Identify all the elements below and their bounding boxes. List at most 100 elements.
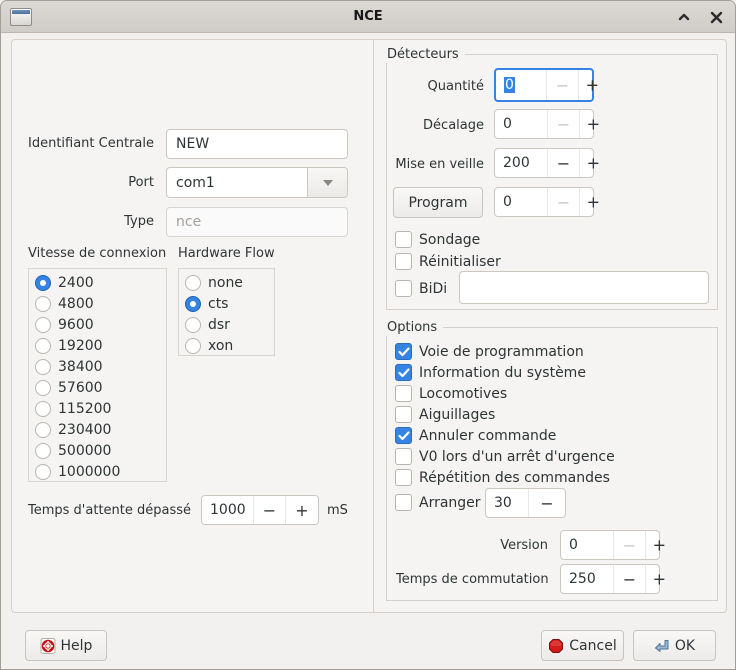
spin-minus-button[interactable]: − xyxy=(614,531,646,559)
radio-icon[interactable] xyxy=(35,275,51,291)
cancel-button[interactable]: Cancel xyxy=(541,630,624,661)
identifiant-label: Identifiant Centrale xyxy=(12,136,154,152)
radio-icon[interactable] xyxy=(185,296,201,312)
quantity-spinner[interactable]: 0−+ xyxy=(494,68,594,102)
checkbox-icon[interactable] xyxy=(395,343,412,360)
spin-plus-button[interactable]: + xyxy=(580,188,593,216)
radio-icon[interactable] xyxy=(35,317,51,333)
idle-label: Mise en veille xyxy=(386,157,484,173)
checkbox-icon[interactable] xyxy=(395,494,412,511)
option-checkbox-4[interactable]: Annuler commande xyxy=(395,426,556,445)
timeout-spinner[interactable]: 1000−+ xyxy=(201,495,319,525)
commutation-spinner[interactable]: 250−+ xyxy=(560,564,660,594)
spin-minus-button[interactable]: − xyxy=(547,70,579,100)
spin-plus-button[interactable]: + xyxy=(580,110,593,138)
speed-radio-4800[interactable]: 4800 xyxy=(35,293,166,314)
version-spinner[interactable]: 0−+ xyxy=(560,530,660,560)
checkbox-icon[interactable] xyxy=(395,253,412,270)
radio-icon[interactable] xyxy=(185,317,201,333)
spin-value[interactable]: 0 xyxy=(561,531,614,559)
checkbox-icon[interactable] xyxy=(395,364,412,381)
radio-icon[interactable] xyxy=(35,380,51,396)
flow-radio-cts[interactable]: cts xyxy=(185,293,274,314)
spin-minus-button[interactable]: − xyxy=(529,489,565,517)
reinitialiser-checkbox[interactable]: Réinitialiser xyxy=(395,252,501,271)
spin-value[interactable]: 1000 xyxy=(202,496,254,524)
option-checkbox-5[interactable]: V0 lors d'un arrêt d'urgence xyxy=(395,447,615,466)
spin-plus-button[interactable]: + xyxy=(286,496,318,524)
spin-minus-button[interactable]: − xyxy=(548,110,580,138)
checkbox-icon[interactable] xyxy=(395,385,412,402)
ok-button-label: OK xyxy=(675,638,695,654)
radio-icon[interactable] xyxy=(35,401,51,417)
option-checkbox-0[interactable]: Voie de programmation xyxy=(395,342,584,361)
type-label: Type xyxy=(12,214,154,230)
speed-radio-9600[interactable]: 9600 xyxy=(35,314,166,335)
radio-label: 38400 xyxy=(58,359,103,375)
arranger-spinner[interactable]: 30− xyxy=(485,488,566,518)
port-dropdown-arrow-icon[interactable] xyxy=(307,168,347,197)
program-spinner[interactable]: 0−+ xyxy=(494,187,594,217)
speed-radio-1000000[interactable]: 1000000 xyxy=(35,461,166,482)
radio-icon[interactable] xyxy=(35,422,51,438)
radio-icon[interactable] xyxy=(185,275,201,291)
spin-minus-button[interactable]: − xyxy=(548,149,580,177)
radio-icon[interactable] xyxy=(35,296,51,312)
radio-icon[interactable] xyxy=(35,359,51,375)
window-icon xyxy=(10,8,32,26)
option-checkbox-3[interactable]: Aiguillages xyxy=(395,405,495,424)
spin-plus-button[interactable]: + xyxy=(580,149,593,177)
checkbox-icon[interactable] xyxy=(395,406,412,423)
checkbox-label: Sondage xyxy=(419,232,480,248)
checkbox-icon[interactable] xyxy=(395,469,412,486)
speed-radio-500000[interactable]: 500000 xyxy=(35,440,166,461)
spin-value[interactable]: 0 xyxy=(496,70,547,100)
titlebar[interactable]: NCE xyxy=(1,1,735,33)
spin-value[interactable]: 30 xyxy=(486,489,529,517)
bidi-checkbox[interactable]: BiDi xyxy=(395,279,447,298)
radio-icon[interactable] xyxy=(35,464,51,480)
flow-radio-xon[interactable]: xon xyxy=(185,335,274,356)
program-button[interactable]: Program xyxy=(393,187,483,218)
sondage-checkbox[interactable]: Sondage xyxy=(395,230,480,249)
idle-spinner[interactable]: 200−+ xyxy=(494,148,594,178)
close-button[interactable] xyxy=(707,8,725,26)
option-checkbox-2[interactable]: Locomotives xyxy=(395,384,507,403)
spin-minus-button[interactable]: − xyxy=(254,496,286,524)
flow-radio-dsr[interactable]: dsr xyxy=(185,314,274,335)
option-checkbox-6[interactable]: Répétition des commandes xyxy=(395,468,610,487)
option-checkbox-1[interactable]: Information du système xyxy=(395,363,586,382)
port-value: com1 xyxy=(167,175,307,191)
ok-button[interactable]: OK xyxy=(633,630,716,661)
radio-icon[interactable] xyxy=(185,338,201,354)
radio-icon[interactable] xyxy=(35,338,51,354)
spin-minus-button[interactable]: − xyxy=(548,188,580,216)
spin-value[interactable]: 250 xyxy=(561,565,614,593)
flow-radio-none[interactable]: none xyxy=(185,272,274,293)
spin-plus-button[interactable]: + xyxy=(646,531,659,559)
speed-radio-38400[interactable]: 38400 xyxy=(35,356,166,377)
speed-radio-2400[interactable]: 2400 xyxy=(35,272,166,293)
spin-plus-button[interactable]: + xyxy=(579,70,592,100)
identifiant-input[interactable]: NEW xyxy=(166,129,348,159)
help-button[interactable]: Help xyxy=(25,630,107,661)
checkbox-icon[interactable] xyxy=(395,448,412,465)
arranger-checkbox[interactable]: Arranger xyxy=(395,493,481,512)
checkbox-icon[interactable] xyxy=(395,280,412,297)
speed-radio-57600[interactable]: 57600 xyxy=(35,377,166,398)
spin-value[interactable]: 0 xyxy=(495,188,548,216)
checkbox-icon[interactable] xyxy=(395,427,412,444)
spin-minus-button[interactable]: − xyxy=(614,565,646,593)
spin-value[interactable]: 0 xyxy=(495,110,548,138)
bidi-input[interactable] xyxy=(459,271,709,304)
shade-button[interactable] xyxy=(675,8,693,26)
spin-value[interactable]: 200 xyxy=(495,149,548,177)
speed-radio-230400[interactable]: 230400 xyxy=(35,419,166,440)
spin-plus-button[interactable]: + xyxy=(646,565,659,593)
speed-radio-19200[interactable]: 19200 xyxy=(35,335,166,356)
speed-radio-115200[interactable]: 115200 xyxy=(35,398,166,419)
port-combobox[interactable]: com1 xyxy=(166,167,348,198)
checkbox-icon[interactable] xyxy=(395,231,412,248)
offset-spinner[interactable]: 0−+ xyxy=(494,109,594,139)
radio-icon[interactable] xyxy=(35,443,51,459)
